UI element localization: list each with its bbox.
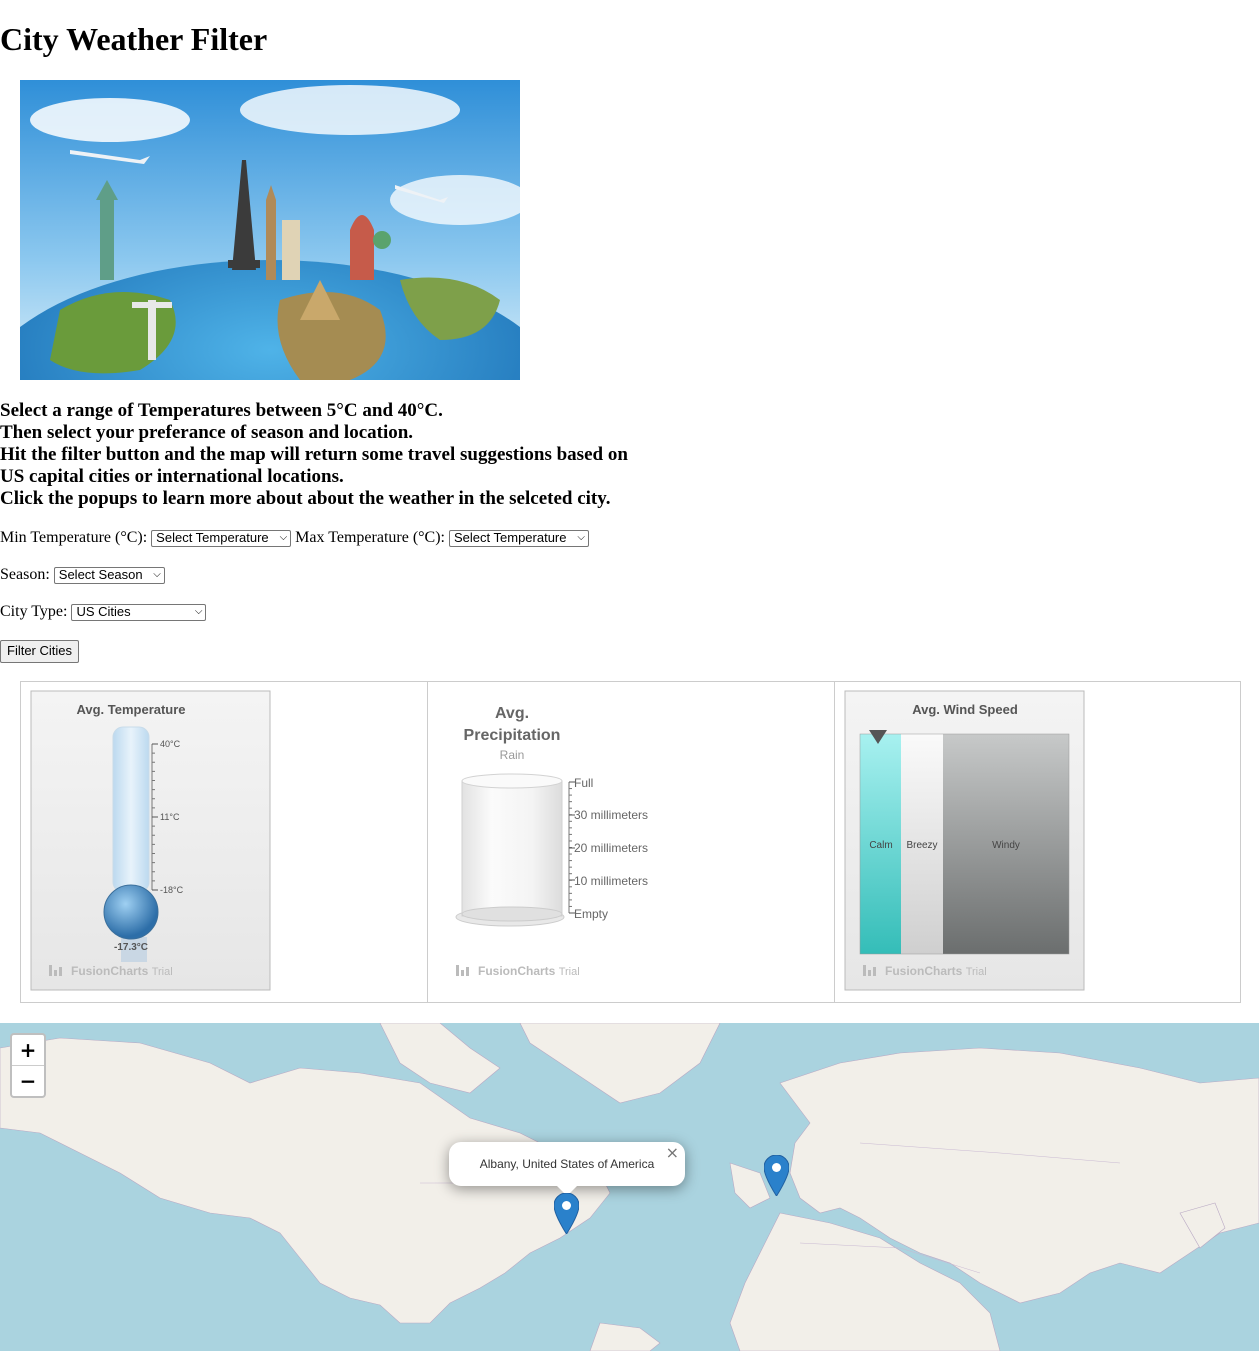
- weather-charts: Avg. Temperature 40°C 11°C -18°C -17.3°C…: [20, 681, 1241, 1003]
- temperature-tick-label: 40°C: [160, 739, 181, 749]
- instructions: Select a range of Temperatures between 5…: [0, 400, 628, 510]
- world-map[interactable]: + − Albany, United States of America ×: [0, 1023, 1259, 1351]
- wind-band-label: Calm: [869, 840, 892, 851]
- precipitation-gauge: Avg. Precipitation Rain Full 30 millimet…: [455, 705, 648, 978]
- precipitation-tick-label: 10 millimeters: [574, 874, 648, 888]
- min-temp-select[interactable]: Select Temperature ⌵: [151, 529, 292, 547]
- min-temp-value: Select Temperature: [156, 530, 269, 545]
- hero-image: [20, 80, 520, 380]
- popup-text: Albany, United States of America: [479, 1157, 655, 1171]
- precipitation-caption: Avg.: [495, 705, 529, 722]
- fusioncharts-logo-icon: [456, 965, 469, 976]
- city-type-value: US Cities: [76, 604, 131, 619]
- precipitation-tick-label: 30 millimeters: [574, 808, 648, 822]
- chevron-down-icon: ⌵: [194, 606, 203, 617]
- page-title: City Weather Filter: [0, 21, 268, 57]
- fusioncharts-trial-watermark: FusionCharts Trial: [885, 964, 987, 978]
- instruction-line: Then select your preferance of season an…: [0, 422, 414, 443]
- precipitation-subcaption: Rain: [500, 748, 525, 762]
- chevron-down-icon: ⌵: [279, 532, 288, 543]
- wind-caption: Avg. Wind Speed: [912, 702, 1018, 717]
- max-temp-label: Max Temperature (°C):: [295, 529, 445, 546]
- max-temp-select[interactable]: Select Temperature ⌵: [449, 529, 589, 547]
- temperature-gauge: Avg. Temperature 40°C 11°C -18°C -17.3°C…: [30, 690, 271, 991]
- chevron-down-icon: ⌵: [153, 569, 161, 580]
- fusioncharts-trial-watermark: FusionCharts Trial: [71, 964, 173, 978]
- temperature-tick-label: 11°C: [160, 812, 180, 822]
- instruction-line: Click the popups to learn more about abo…: [0, 488, 611, 509]
- zoom-in-button[interactable]: +: [12, 1035, 44, 1066]
- city-popup[interactable]: Albany, United States of America ×: [449, 1142, 685, 1196]
- temperature-chart-cell: Avg. Temperature 40°C 11°C -18°C -17.3°C…: [21, 682, 428, 1002]
- fusioncharts-trial-watermark: FusionCharts Trial: [478, 964, 580, 978]
- city-type-label: City Type:: [0, 603, 68, 620]
- instruction-line: US capital cities or international locat…: [0, 466, 344, 487]
- precipitation-tick-label: Empty: [574, 907, 608, 921]
- map-marker-icon[interactable]: [554, 1193, 579, 1234]
- precipitation-caption: Precipitation: [464, 727, 561, 744]
- wind-band-label: Breezy: [906, 840, 937, 851]
- precipitation-tick-label: 20 millimeters: [574, 841, 648, 855]
- season-select[interactable]: Select Season ⌵: [53, 566, 165, 584]
- instruction-line: Select a range of Temperatures between 5…: [0, 400, 443, 421]
- wind-gauge: Avg. Wind Speed Calm Breezy Windy Fusion…: [844, 690, 1085, 991]
- season-filter-row: Season: Select Season ⌵: [0, 565, 169, 585]
- temperature-caption: Avg. Temperature: [76, 702, 185, 717]
- wind-chart-cell: Avg. Wind Speed Calm Breezy Windy Fusion…: [835, 682, 1240, 1002]
- city-type-select[interactable]: US Cities ⌵: [71, 603, 207, 621]
- popup-close-button[interactable]: ×: [666, 1144, 679, 1162]
- city-type-filter-row: City Type: US Cities ⌵: [0, 602, 210, 622]
- temperature-tick-label: -18°C: [160, 885, 184, 895]
- instruction-line: Hit the filter button and the map will r…: [0, 444, 628, 465]
- season-value: Select Season: [58, 567, 143, 582]
- season-label: Season:: [0, 566, 50, 583]
- precipitation-chart-cell: Avg. Precipitation Rain Full 30 millimet…: [428, 682, 835, 1002]
- zoom-control: + −: [10, 1033, 46, 1098]
- map-marker-icon[interactable]: [764, 1155, 789, 1196]
- map-tiles: [0, 1023, 1259, 1351]
- chevron-down-icon: ⌵: [577, 532, 585, 543]
- temperature-filter-row: Min Temperature (°C): Select Temperature…: [0, 528, 593, 548]
- precipitation-tick-label: Full: [574, 776, 593, 790]
- min-temp-label: Min Temperature (°C):: [0, 529, 148, 546]
- wind-band-label: Windy: [992, 840, 1020, 851]
- max-temp-value: Select Temperature: [454, 530, 567, 545]
- filter-cities-button[interactable]: Filter Cities: [0, 640, 80, 663]
- zoom-out-button[interactable]: −: [12, 1066, 44, 1096]
- temperature-value-label: -17.3°C: [114, 942, 148, 953]
